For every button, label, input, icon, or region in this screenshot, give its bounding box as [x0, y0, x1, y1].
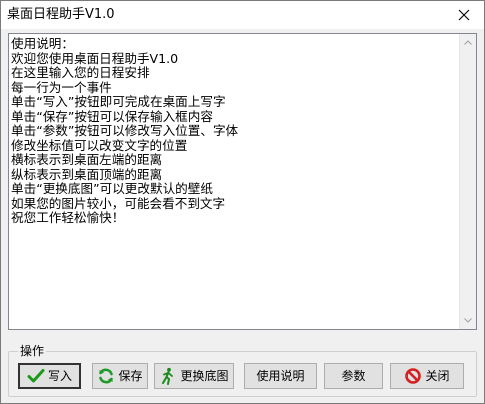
help-button-label: 使用说明 — [256, 369, 305, 383]
text-line: 单击“保存”按钮可以保存输入框内容 — [11, 108, 213, 124]
change-background-button[interactable]: 更换底图 — [154, 363, 234, 389]
write-button[interactable]: 写入 — [18, 363, 81, 389]
save-button-label: 保存 — [118, 369, 143, 383]
checkmark-icon — [27, 367, 45, 385]
scroll-up-button[interactable] — [460, 34, 476, 51]
text-line: 使用说明： — [11, 37, 74, 51]
close-icon — [458, 9, 470, 21]
vertical-scrollbar[interactable] — [459, 34, 476, 329]
text-line: 单击“写入”按钮即可完成在桌面上写字 — [11, 94, 226, 109]
schedule-textarea[interactable]: 使用说明： 欢迎您使用桌面日程助手V1.0 在这里输入您的日程安排 每一行为一个事件单… — [8, 33, 477, 330]
operations-group-label: 操作 — [18, 344, 47, 358]
text-line: 欢迎您使用桌面日程助手V1.0 — [11, 50, 179, 66]
text-line: 祝您工作轻松愉快！ — [11, 210, 125, 225]
chevron-down-icon — [464, 318, 472, 323]
write-button-label: 写入 — [47, 369, 72, 383]
parameters-button[interactable]: 参数 — [324, 363, 383, 389]
scroll-down-button[interactable] — [460, 312, 476, 329]
text-line: 如果您的图片较小，可能会看不到文字 — [11, 195, 226, 211]
title-bar[interactable]: 桌面日程助手V1.0 — [1, 1, 484, 29]
text-line: 修改坐标值可以改变文字的位置 — [11, 137, 188, 153]
close-button-label: 关闭 — [425, 369, 450, 383]
close-button[interactable]: 关闭 — [390, 363, 464, 389]
refresh-icon — [97, 367, 115, 385]
textarea-content: 使用说明： 欢迎您使用桌面日程助手V1.0 在这里输入您的日程安排 每一行为一个事件单… — [11, 37, 458, 327]
running-man-icon — [159, 367, 177, 385]
no-entry-icon — [404, 367, 422, 385]
text-line: 纵标表示到桌面顶端的距离 — [11, 166, 163, 182]
save-button[interactable]: 保存 — [92, 363, 148, 389]
help-button[interactable]: 使用说明 — [244, 363, 317, 389]
text-line: 每一行为一个事件 — [11, 79, 112, 95]
window-close-button[interactable] — [444, 1, 484, 29]
text-line: 单击“参数”按钮可以修改写入位置、字体 — [11, 123, 239, 138]
text-line: 横标表示到桌面左端的距离 — [11, 152, 163, 167]
parameters-button-label: 参数 — [341, 369, 366, 383]
text-line: 单击“更换底图”可以更改默认的壁纸 — [11, 181, 213, 196]
chevron-up-icon — [464, 40, 472, 45]
app-window: 桌面日程助手V1.0 使用说明： 欢迎您使用桌面日程助手V1.0 在这里输入您的日程… — [0, 0, 485, 404]
change-background-button-label: 更换底图 — [180, 369, 229, 383]
text-line: 在这里输入您的日程安排 — [11, 65, 150, 80]
window-title: 桌面日程助手V1.0 — [7, 7, 115, 22]
